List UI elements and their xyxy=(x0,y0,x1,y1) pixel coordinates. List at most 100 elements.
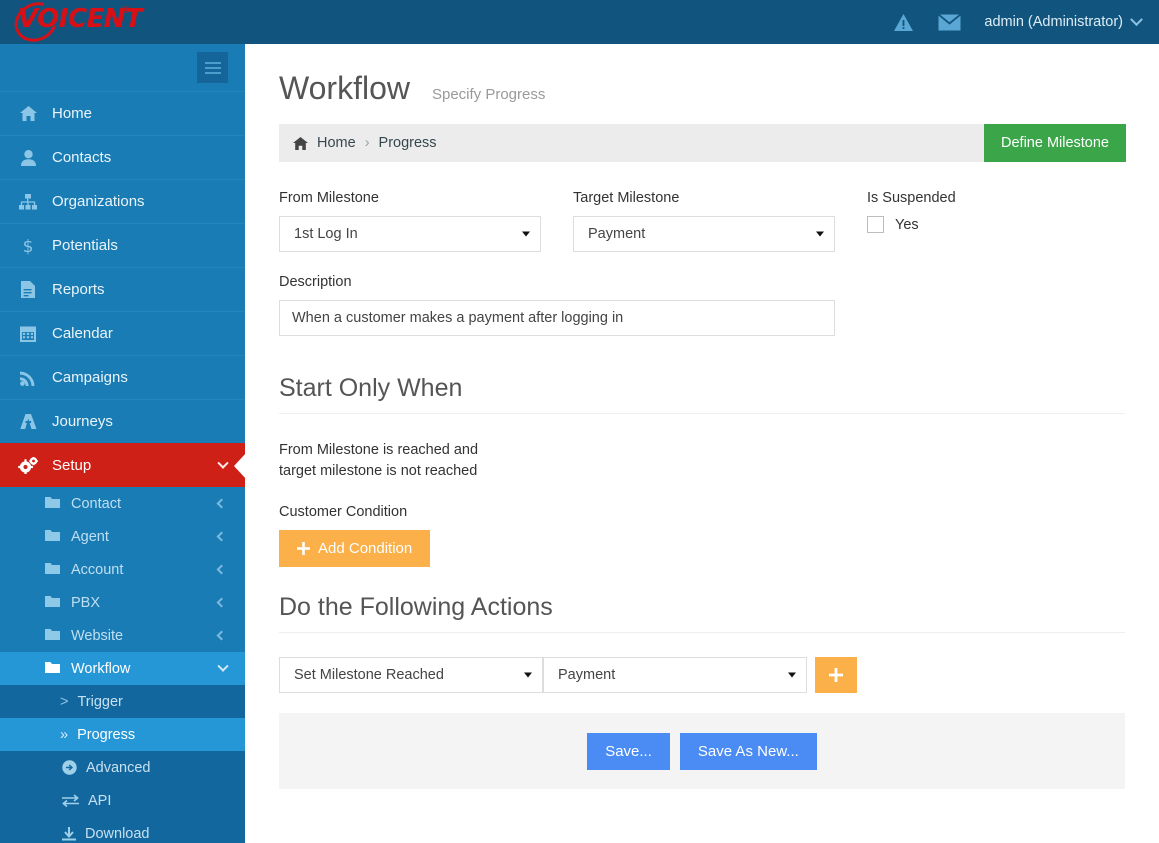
breadcrumb: Home › Progress Define Milestone xyxy=(279,124,1126,162)
sidebar-subsubitem-label: Progress xyxy=(77,726,136,743)
form-footer-bar: Save... Save As New... xyxy=(279,713,1125,789)
action-value-select[interactable]: Payment xyxy=(543,657,807,693)
breadcrumb-current: Progress xyxy=(378,135,437,151)
sidebar-item-reports[interactable]: Reports xyxy=(0,267,245,311)
sidebar-item-journeys[interactable]: Journeys xyxy=(0,399,245,443)
sidebar-subitem-website[interactable]: Website xyxy=(0,619,245,652)
milestone-selectors-row: From Milestone 1st Log In Target Milesto… xyxy=(279,190,1125,252)
sitemap-icon xyxy=(18,193,38,210)
logo-registered-mark: ® xyxy=(122,5,130,16)
sidebar-subitem-account[interactable]: Account xyxy=(0,553,245,586)
milestone-form: From Milestone 1st Log In Target Milesto… xyxy=(245,162,1159,336)
sidebar-subsubitem-label: Advanced xyxy=(86,759,151,776)
sidebar-item-label: Setup xyxy=(52,457,92,474)
breadcrumb-separator: › xyxy=(364,135,370,151)
sidebar-subitem-pbx[interactable]: PBX xyxy=(0,586,245,619)
actions-heading: Do the Following Actions xyxy=(279,593,1125,633)
download-icon xyxy=(62,826,76,841)
plus-icon xyxy=(297,542,310,555)
add-condition-label: Add Condition xyxy=(318,540,413,557)
warning-triangle-icon[interactable] xyxy=(880,0,926,44)
sidebar-subitem-label: Account xyxy=(71,561,124,578)
chevron-down-icon xyxy=(1130,12,1143,26)
folder-icon xyxy=(45,529,60,544)
sidebar-item-campaigns[interactable]: Campaigns xyxy=(0,355,245,399)
dollar-icon: $ xyxy=(18,237,38,255)
is-suspended-label: Is Suspended xyxy=(867,190,956,206)
folder-icon xyxy=(45,628,60,643)
sidebar-item-label: Organizations xyxy=(52,193,145,210)
sidebar-item-label: Journeys xyxy=(52,413,113,430)
arrow-circle-right-icon xyxy=(62,760,77,775)
chevron-left-icon xyxy=(216,597,227,608)
chevron-left-icon xyxy=(216,498,227,509)
sidebar-item-home[interactable]: Home xyxy=(0,91,245,135)
do-following-actions-section: Do the Following Actions Set Milestone R… xyxy=(279,593,1125,693)
hamburger-bar xyxy=(204,71,221,74)
save-as-new-button[interactable]: Save As New... xyxy=(679,732,817,770)
home-icon xyxy=(18,106,38,121)
sidebar-subsubitem-advanced[interactable]: Advanced xyxy=(0,751,245,784)
sidebar-subitem-label: Agent xyxy=(71,528,109,545)
sidebar-item-calendar[interactable]: Calendar xyxy=(0,311,245,355)
folder-icon xyxy=(45,496,60,511)
chevron-left-icon xyxy=(216,564,227,575)
journey-icon xyxy=(18,414,38,429)
folder-icon xyxy=(45,661,60,676)
file-text-icon xyxy=(18,281,38,298)
page-subtitle: Specify Progress xyxy=(431,86,546,103)
from-milestone-select[interactable]: 1st Log In xyxy=(279,216,541,252)
add-condition-button[interactable]: Add Condition xyxy=(279,530,431,567)
sidebar-item-label: Calendar xyxy=(52,325,113,342)
page-title: Workflow xyxy=(279,70,410,106)
start-only-when-heading: Start Only When xyxy=(279,374,1125,414)
home-icon xyxy=(293,136,308,150)
hamburger-icon[interactable] xyxy=(197,52,228,83)
sidebar-subsubitem-label: API xyxy=(88,792,112,809)
sidebar-subitem-contact[interactable]: Contact xyxy=(0,487,245,520)
is-suspended-checkbox-row[interactable]: Yes xyxy=(867,216,956,233)
sidebar-subsubitem-download[interactable]: Download xyxy=(0,817,245,843)
sidebar-subitem-agent[interactable]: Agent xyxy=(0,520,245,553)
define-milestone-button[interactable]: Define Milestone xyxy=(984,124,1126,162)
sidebar-subsubitem-progress[interactable]: » Progress xyxy=(0,718,245,751)
from-milestone-label: From Milestone xyxy=(279,190,379,206)
breadcrumb-home-link[interactable]: Home xyxy=(317,135,356,151)
user-account-label: admin (Administrator) xyxy=(984,14,1123,30)
rss-icon xyxy=(18,370,38,386)
is-suspended-checkbox[interactable] xyxy=(867,216,884,233)
action-row: Set Milestone Reached Payment xyxy=(279,657,1125,693)
sidebar-subitem-label: PBX xyxy=(71,594,101,611)
brand-logo[interactable]: VOICENT ® xyxy=(0,0,245,50)
chevron-down-icon xyxy=(217,457,229,469)
envelope-icon[interactable] xyxy=(926,0,972,44)
chevron-left-icon xyxy=(216,630,227,641)
start-condition-line-1: From Milestone is reached and xyxy=(279,442,479,458)
sidebar-subitem-label: Contact xyxy=(71,495,121,512)
from-milestone-field: From Milestone 1st Log In xyxy=(279,190,573,252)
calendar-icon xyxy=(18,325,38,342)
hamburger-bar xyxy=(204,66,221,69)
sidebar-item-organizations[interactable]: Organizations xyxy=(0,179,245,223)
sidebar-item-label: Reports xyxy=(52,281,105,298)
exchange-icon xyxy=(62,794,79,807)
sidebar-subitem-workflow[interactable]: Workflow xyxy=(0,652,245,685)
save-button[interactable]: Save... xyxy=(587,732,670,770)
sidebar-item-label: Home xyxy=(52,105,93,122)
target-milestone-select[interactable]: Payment xyxy=(573,216,835,252)
sidebar-subsubitem-api[interactable]: API xyxy=(0,784,245,817)
sidebar-item-setup[interactable]: Setup xyxy=(0,443,245,487)
sidebar-item-label: Contacts xyxy=(52,149,112,166)
description-input[interactable] xyxy=(279,300,835,336)
sidebar-subsubitem-label: Download xyxy=(85,825,150,842)
user-account-menu[interactable]: admin (Administrator) xyxy=(972,12,1143,30)
add-action-button[interactable] xyxy=(815,657,857,693)
sidebar-item-potentials[interactable]: $ Potentials xyxy=(0,223,245,267)
sidebar-item-contacts[interactable]: Contacts xyxy=(0,135,245,179)
sidebar-subsubitem-trigger[interactable]: > Trigger xyxy=(0,685,245,718)
description-label: Description xyxy=(279,274,352,290)
chevron-down-icon xyxy=(217,660,229,672)
double-chevron-right-icon: » xyxy=(60,726,69,743)
action-type-select[interactable]: Set Milestone Reached xyxy=(279,657,543,693)
target-milestone-label: Target Milestone xyxy=(573,190,680,206)
